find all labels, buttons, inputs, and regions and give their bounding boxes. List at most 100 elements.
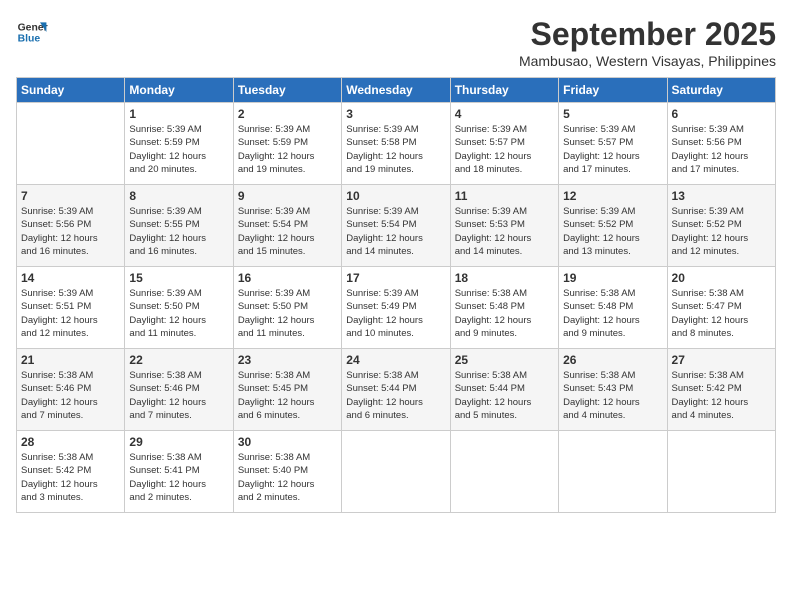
calendar-cell (559, 431, 667, 513)
day-info: Sunrise: 5:39 AM Sunset: 5:54 PM Dayligh… (346, 205, 445, 258)
day-number: 8 (129, 189, 228, 203)
day-number: 18 (455, 271, 554, 285)
calendar-table: SundayMondayTuesdayWednesdayThursdayFrid… (16, 77, 776, 513)
day-number: 22 (129, 353, 228, 367)
calendar-cell: 28 Sunrise: 5:38 AM Sunset: 5:42 PM Dayli… (17, 431, 125, 513)
day-info: Sunrise: 5:38 AM Sunset: 5:48 PM Dayligh… (563, 287, 662, 340)
calendar-cell: 6Sunrise: 5:39 AM Sunset: 5:56 PM Daylig… (667, 103, 775, 185)
day-number: 24 (346, 353, 445, 367)
day-info: Sunrise: 5:38 AM Sunset: 5:44 PM Dayligh… (346, 369, 445, 422)
calendar-cell: 16 Sunrise: 5:39 AM Sunset: 5:50 PM Dayli… (233, 267, 341, 349)
day-number: 16 (238, 271, 337, 285)
calendar-cell: 2Sunrise: 5:39 AM Sunset: 5:59 PM Daylig… (233, 103, 341, 185)
calendar-cell: 5Sunrise: 5:39 AM Sunset: 5:57 PM Daylig… (559, 103, 667, 185)
day-info: Sunrise: 5:39 AM Sunset: 5:49 PM Dayligh… (346, 287, 445, 340)
day-info: Sunrise: 5:39 AM Sunset: 5:59 PM Dayligh… (129, 123, 228, 176)
calendar-cell: 29 Sunrise: 5:38 AM Sunset: 5:41 PM Dayli… (125, 431, 233, 513)
calendar-header-friday: Friday (559, 78, 667, 103)
day-info: Sunrise: 5:38 AM Sunset: 5:40 PM Dayligh… (238, 451, 337, 504)
calendar-header-monday: Monday (125, 78, 233, 103)
logo: General Blue (16, 16, 48, 48)
calendar-cell: 3 Sunrise: 5:39 AM Sunset: 5:58 PM Daylig… (342, 103, 450, 185)
day-number: 7 (21, 189, 120, 203)
calendar-cell (17, 103, 125, 185)
day-info: Sunrise: 5:39 AM Sunset: 5:52 PM Dayligh… (672, 205, 771, 258)
calendar-cell: 14 Sunrise: 5:39 AM Sunset: 5:51 PM Dayli… (17, 267, 125, 349)
month-title: September 2025 (519, 16, 776, 53)
day-info: Sunrise: 5:38 AM Sunset: 5:42 PM Dayligh… (21, 451, 120, 504)
calendar-cell: 19 Sunrise: 5:38 AM Sunset: 5:48 PM Dayli… (559, 267, 667, 349)
day-info: Sunrise: 5:39 AM Sunset: 5:50 PM Dayligh… (129, 287, 228, 340)
day-number: 9 (238, 189, 337, 203)
day-info: Sunrise: 5:39 AM Sunset: 5:54 PM Dayligh… (238, 205, 337, 258)
day-number: 17 (346, 271, 445, 285)
calendar-week-row: 1Sunrise: 5:39 AM Sunset: 5:59 PM Daylig… (17, 103, 776, 185)
calendar-header-row: SundayMondayTuesdayWednesdayThursdayFrid… (17, 78, 776, 103)
calendar-cell: 13 Sunrise: 5:39 AM Sunset: 5:52 PM Dayli… (667, 185, 775, 267)
day-info: Sunrise: 5:38 AM Sunset: 5:47 PM Dayligh… (672, 287, 771, 340)
day-info: Sunrise: 5:39 AM Sunset: 5:51 PM Dayligh… (21, 287, 120, 340)
day-info: Sunrise: 5:39 AM Sunset: 5:53 PM Dayligh… (455, 205, 554, 258)
logo-icon: General Blue (16, 16, 48, 48)
calendar-cell: 1Sunrise: 5:39 AM Sunset: 5:59 PM Daylig… (125, 103, 233, 185)
calendar-cell: 8 Sunrise: 5:39 AM Sunset: 5:55 PM Daylig… (125, 185, 233, 267)
day-number: 14 (21, 271, 120, 285)
calendar-header-sunday: Sunday (17, 78, 125, 103)
day-info: Sunrise: 5:39 AM Sunset: 5:55 PM Dayligh… (129, 205, 228, 258)
day-number: 29 (129, 435, 228, 449)
calendar-cell: 7 Sunrise: 5:39 AM Sunset: 5:56 PM Daylig… (17, 185, 125, 267)
day-info: Sunrise: 5:38 AM Sunset: 5:44 PM Dayligh… (455, 369, 554, 422)
location-subtitle: Mambusao, Western Visayas, Philippines (519, 53, 776, 69)
day-number: 27 (672, 353, 771, 367)
calendar-cell (450, 431, 558, 513)
day-number: 6 (672, 107, 771, 121)
calendar-week-row: 28 Sunrise: 5:38 AM Sunset: 5:42 PM Dayli… (17, 431, 776, 513)
day-number: 12 (563, 189, 662, 203)
day-number: 30 (238, 435, 337, 449)
day-info: Sunrise: 5:38 AM Sunset: 5:43 PM Dayligh… (563, 369, 662, 422)
day-number: 25 (455, 353, 554, 367)
day-number: 26 (563, 353, 662, 367)
day-info: Sunrise: 5:38 AM Sunset: 5:46 PM Dayligh… (129, 369, 228, 422)
calendar-cell: 27 Sunrise: 5:38 AM Sunset: 5:42 PM Dayli… (667, 349, 775, 431)
calendar-header-tuesday: Tuesday (233, 78, 341, 103)
day-number: 13 (672, 189, 771, 203)
calendar-cell: 10 Sunrise: 5:39 AM Sunset: 5:54 PM Dayli… (342, 185, 450, 267)
day-info: Sunrise: 5:38 AM Sunset: 5:41 PM Dayligh… (129, 451, 228, 504)
title-area: September 2025 Mambusao, Western Visayas… (519, 16, 776, 69)
calendar-cell: 11 Sunrise: 5:39 AM Sunset: 5:53 PM Dayli… (450, 185, 558, 267)
calendar-cell: 9 Sunrise: 5:39 AM Sunset: 5:54 PM Daylig… (233, 185, 341, 267)
day-number: 28 (21, 435, 120, 449)
calendar-cell: 23 Sunrise: 5:38 AM Sunset: 5:45 PM Dayli… (233, 349, 341, 431)
day-number: 3 (346, 107, 445, 121)
day-info: Sunrise: 5:39 AM Sunset: 5:57 PM Dayligh… (455, 123, 554, 176)
calendar-cell: 25 Sunrise: 5:38 AM Sunset: 5:44 PM Dayli… (450, 349, 558, 431)
calendar-cell: 24 Sunrise: 5:38 AM Sunset: 5:44 PM Dayli… (342, 349, 450, 431)
day-info: Sunrise: 5:38 AM Sunset: 5:42 PM Dayligh… (672, 369, 771, 422)
day-number: 19 (563, 271, 662, 285)
calendar-week-row: 21Sunrise: 5:38 AM Sunset: 5:46 PM Dayli… (17, 349, 776, 431)
day-number: 11 (455, 189, 554, 203)
day-info: Sunrise: 5:38 AM Sunset: 5:45 PM Dayligh… (238, 369, 337, 422)
calendar-cell: 4Sunrise: 5:39 AM Sunset: 5:57 PM Daylig… (450, 103, 558, 185)
day-info: Sunrise: 5:38 AM Sunset: 5:48 PM Dayligh… (455, 287, 554, 340)
calendar-cell: 18 Sunrise: 5:38 AM Sunset: 5:48 PM Dayli… (450, 267, 558, 349)
day-number: 10 (346, 189, 445, 203)
day-info: Sunrise: 5:39 AM Sunset: 5:56 PM Dayligh… (21, 205, 120, 258)
day-number: 2 (238, 107, 337, 121)
calendar-header-saturday: Saturday (667, 78, 775, 103)
calendar-cell: 15Sunrise: 5:39 AM Sunset: 5:50 PM Dayli… (125, 267, 233, 349)
calendar-cell: 26 Sunrise: 5:38 AM Sunset: 5:43 PM Dayli… (559, 349, 667, 431)
calendar-cell: 21Sunrise: 5:38 AM Sunset: 5:46 PM Dayli… (17, 349, 125, 431)
header: General Blue September 2025 Mambusao, We… (16, 16, 776, 69)
calendar-header-wednesday: Wednesday (342, 78, 450, 103)
calendar-cell: 20 Sunrise: 5:38 AM Sunset: 5:47 PM Dayli… (667, 267, 775, 349)
day-info: Sunrise: 5:39 AM Sunset: 5:58 PM Dayligh… (346, 123, 445, 176)
calendar-header-thursday: Thursday (450, 78, 558, 103)
calendar-body: 1Sunrise: 5:39 AM Sunset: 5:59 PM Daylig… (17, 103, 776, 513)
calendar-cell: 22 Sunrise: 5:38 AM Sunset: 5:46 PM Dayli… (125, 349, 233, 431)
day-number: 20 (672, 271, 771, 285)
day-info: Sunrise: 5:39 AM Sunset: 5:50 PM Dayligh… (238, 287, 337, 340)
day-number: 23 (238, 353, 337, 367)
calendar-cell: 30 Sunrise: 5:38 AM Sunset: 5:40 PM Dayli… (233, 431, 341, 513)
